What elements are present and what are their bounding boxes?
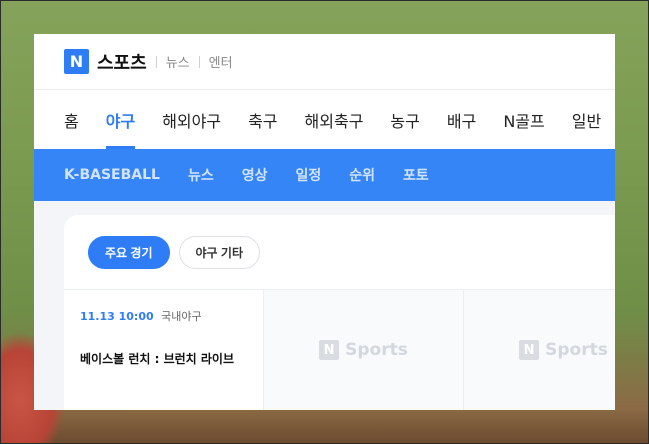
games-row: 11.13 10:00 국내야구 베이스볼 런치 : 브런치 라이브 N Spo… [64,289,615,410]
game-league: 국내야구 [161,310,202,323]
top-header: N 스포츠 뉴스 엔터 [34,34,615,90]
sports-placeholder-logo: N Sports [519,340,608,360]
nav-basketball[interactable]: 농구 [390,90,419,149]
content-area: 주요 경기 야구 기타 11.13 10:00 국내야구 베이스볼 런치 : 브… [34,201,615,410]
placeholder-text: Sports [545,340,608,360]
nav-general[interactable]: 일반 [572,90,601,149]
game-meta: 11.13 10:00 국내야구 [80,308,263,324]
naver-logo-icon: N [319,340,340,360]
nav-baseball[interactable]: 야구 [105,90,136,149]
subnav-schedule[interactable]: 일정 [295,165,321,185]
chip-baseball-etc[interactable]: 야구 기타 [178,235,260,269]
game-placeholder: N Sports [264,290,464,410]
game-card[interactable]: 11.13 10:00 국내야구 베이스볼 런치 : 브런치 라이브 [64,290,264,410]
divider [155,55,157,68]
main-nav: 홈 야구 해외야구 축구 해외축구 농구 배구 N골프 일반 [34,90,615,149]
sports-page-panel: N 스포츠 뉴스 엔터 홈 야구 해외야구 축구 해외축구 농구 배구 N골프 … [34,34,615,410]
nav-volleyball[interactable]: 배구 [447,90,476,149]
subnav-k-baseball[interactable]: K-BASEBALL [64,167,160,183]
subnav-news[interactable]: 뉴스 [188,165,214,185]
nav-soccer[interactable]: 축구 [248,90,277,149]
header-link-enter[interactable]: 엔터 [209,52,233,71]
naver-logo-icon[interactable]: N [64,49,89,74]
divider [198,55,200,68]
game-title: 베이스볼 런치 : 브런치 라이브 [80,352,234,366]
game-placeholder: N Sports [464,290,615,410]
header-link-news[interactable]: 뉴스 [166,52,190,71]
sub-nav: K-BASEBALL 뉴스 영상 일정 순위 포토 [34,149,615,201]
placeholder-text: Sports [345,340,408,360]
chip-major-games[interactable]: 주요 경기 [88,235,170,269]
sports-placeholder-logo: N Sports [319,340,408,360]
games-card: 주요 경기 야구 기타 11.13 10:00 국내야구 베이스볼 런치 : 브… [64,215,615,410]
game-time: 11.13 10:00 [80,310,154,323]
filter-chips: 주요 경기 야구 기타 [64,215,615,289]
nav-golf[interactable]: N골프 [503,90,544,149]
nav-home[interactable]: 홈 [64,90,79,149]
nav-overseas-baseball[interactable]: 해외야구 [162,90,221,149]
naver-logo-icon: N [519,340,540,360]
nav-overseas-soccer[interactable]: 해외축구 [305,90,364,149]
brand-title[interactable]: 스포츠 [97,49,147,75]
subnav-photo[interactable]: 포토 [403,165,429,185]
subnav-video[interactable]: 영상 [242,165,268,185]
subnav-ranking[interactable]: 순위 [349,165,375,185]
